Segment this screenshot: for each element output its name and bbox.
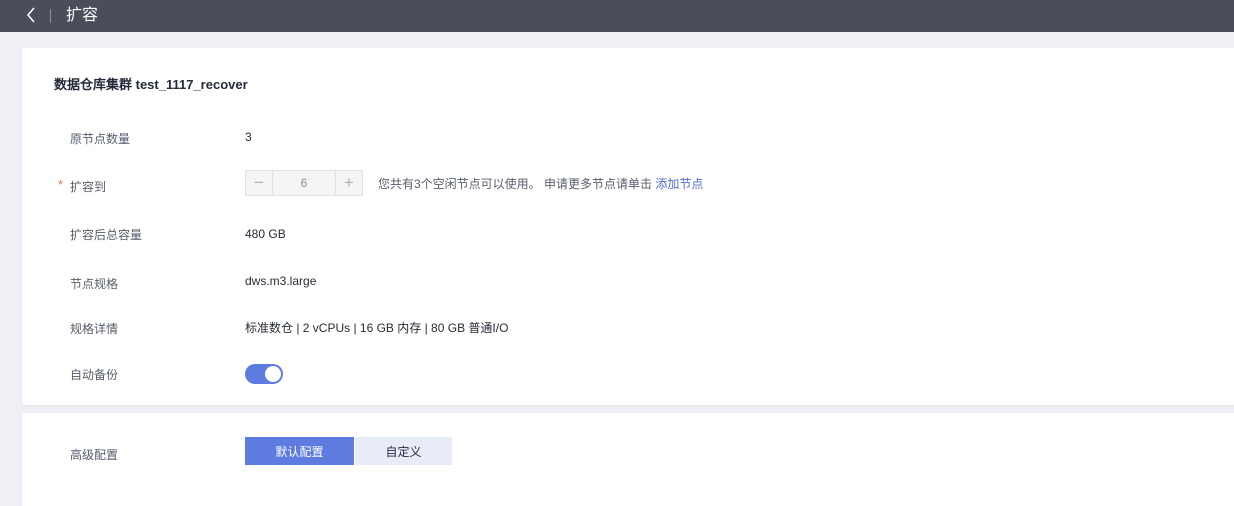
advanced-config-label: 高级配置 bbox=[70, 448, 119, 462]
decrement-button[interactable]: − bbox=[246, 171, 272, 195]
chevron-left-icon bbox=[26, 7, 35, 23]
node-flavor-value: dws.m3.large bbox=[245, 274, 317, 288]
top-bar: 扩容 bbox=[0, 0, 1234, 32]
header-divider bbox=[50, 9, 51, 23]
required-mark: * bbox=[58, 177, 64, 192]
flavor-details-value: 标准数仓 | 2 vCPUs | 16 GB 内存 | 80 GB 普通I/O bbox=[245, 321, 509, 335]
original-nodes-value: 3 bbox=[245, 130, 252, 144]
node-flavor-label: 节点规格 bbox=[70, 277, 119, 291]
advanced-config-selector: 默认配置 自定义 bbox=[245, 437, 452, 465]
hint-text: 您共有3个空闲节点可以使用。 申请更多节点请单击 bbox=[378, 177, 653, 191]
toggle-knob bbox=[265, 366, 281, 382]
default-config-button[interactable]: 默认配置 bbox=[245, 437, 354, 465]
auto-backup-toggle[interactable] bbox=[245, 364, 283, 384]
total-capacity-label: 扩容后总容量 bbox=[70, 228, 143, 242]
flavor-details-label: 规格详情 bbox=[70, 322, 119, 336]
cluster-title: 数据仓库集群 test_1117_recover bbox=[54, 77, 248, 92]
back-button[interactable] bbox=[20, 4, 42, 26]
custom-config-button[interactable]: 自定义 bbox=[355, 437, 452, 465]
node-count-input[interactable]: 6 bbox=[272, 171, 336, 195]
total-capacity-value: 480 GB bbox=[245, 227, 286, 241]
node-count-stepper[interactable]: − 6 + bbox=[245, 170, 363, 196]
cluster-config-card: 数据仓库集群 test_1117_recover 原节点数量 3 * 扩容到 −… bbox=[22, 48, 1234, 405]
add-nodes-link[interactable]: 添加节点 bbox=[655, 177, 703, 191]
page-title: 扩容 bbox=[66, 7, 99, 24]
expand-to-label: 扩容到 bbox=[70, 180, 107, 194]
auto-backup-label: 自动备份 bbox=[70, 368, 119, 382]
increment-button[interactable]: + bbox=[336, 171, 362, 195]
idle-nodes-hint: 您共有3个空闲节点可以使用。 申请更多节点请单击 添加节点 bbox=[378, 175, 703, 192]
advanced-config-card: 高级配置 默认配置 自定义 bbox=[22, 413, 1234, 506]
original-nodes-label: 原节点数量 bbox=[70, 132, 131, 146]
